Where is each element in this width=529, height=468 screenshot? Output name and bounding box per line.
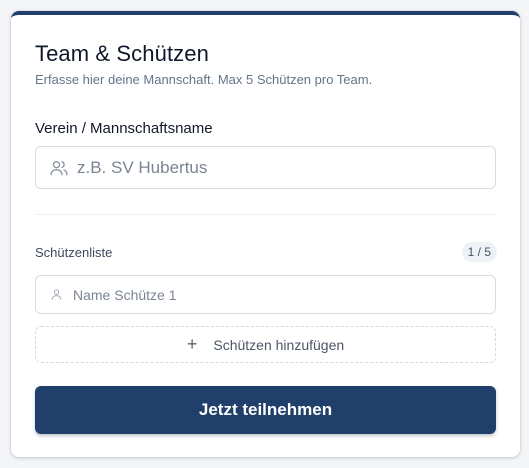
plus-icon: +: [186, 333, 198, 354]
shooter-list-label: Schützenliste: [35, 245, 113, 260]
card-subtitle: Erfasse hier deine Mannschaft. Max 5 Sch…: [35, 72, 373, 87]
team-name-label: Verein / Mannschaftsname: [35, 120, 213, 137]
card-title: Team & Schützen: [35, 41, 209, 66]
team-name-field[interactable]: [35, 146, 496, 189]
team-name-input[interactable]: [77, 157, 495, 178]
shooter-name-input[interactable]: [73, 286, 495, 303]
section-divider: [35, 214, 496, 215]
shooter-name-field[interactable]: [35, 275, 496, 314]
team-card: Team & Schützen Erfasse hier deine Manns…: [11, 11, 520, 457]
shooter-count-badge: 1 / 5: [461, 242, 497, 262]
users-icon: [48, 158, 70, 178]
user-icon: [49, 288, 63, 301]
add-shooter-label: Schützen hinzufügen: [213, 336, 345, 353]
add-shooter-button[interactable]: + Schützen hinzufügen: [35, 326, 496, 363]
submit-button[interactable]: Jetzt teilnehmen: [35, 386, 496, 434]
